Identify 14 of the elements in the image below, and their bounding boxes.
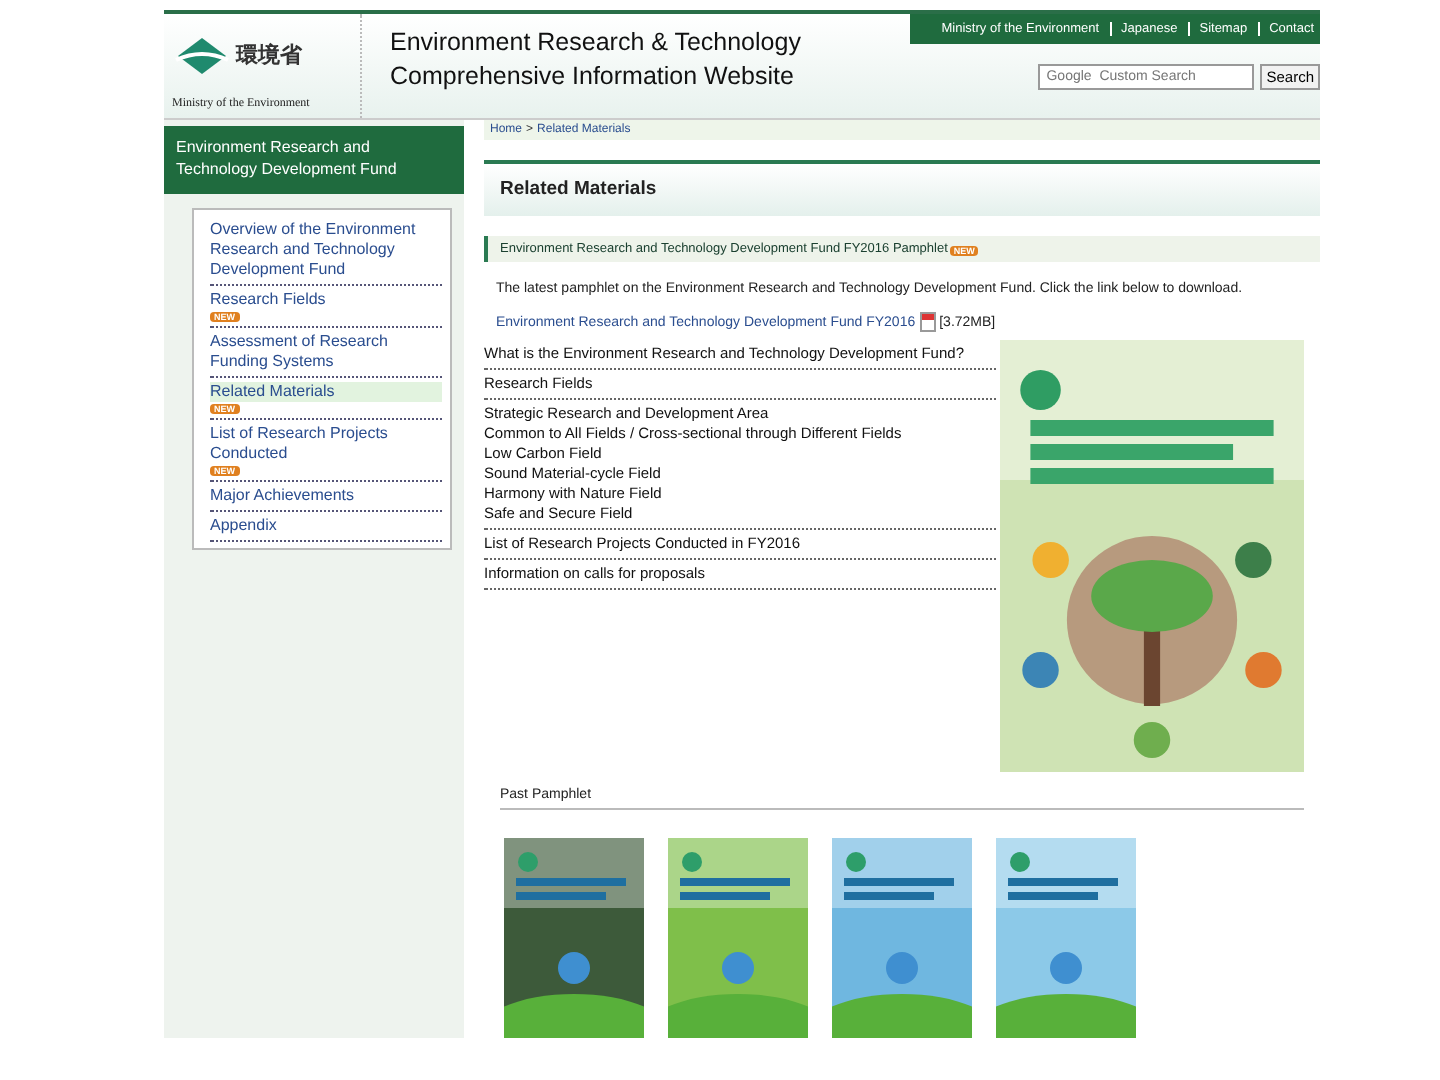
sidebar-link[interactable]: Appendix (210, 516, 442, 536)
pdf-icon (919, 312, 936, 332)
logo-text: 環境省 (236, 40, 302, 70)
sidebar-link[interactable]: Assessment of Research Funding Systems (210, 332, 442, 372)
site-title: Environment Research & Technology (390, 26, 803, 60)
page-heading: Related Materials (484, 160, 1320, 216)
site-title: Comprehensive Information Website (390, 60, 796, 94)
sidebar-link[interactable]: Major Achievements (210, 486, 442, 506)
sidebar-link[interactable]: List of Research Projects Conducted (210, 424, 442, 464)
sidebar-link[interactable]: Overview of the Environment Research and Technology Development Fund (210, 220, 442, 280)
sidebar-title: Environment Research and Technology Development Fund (164, 126, 464, 194)
sidebar-link[interactable]: Related Materials (210, 382, 442, 402)
sidebar-link[interactable]: Research Fields (210, 290, 442, 310)
logo-icon (172, 35, 232, 75)
